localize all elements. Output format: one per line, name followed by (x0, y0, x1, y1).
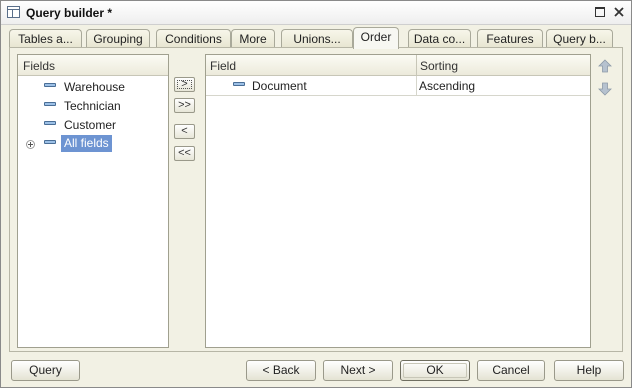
remove-field-button[interactable]: < (174, 124, 195, 139)
row-field-cell: Document (252, 79, 307, 93)
tab-query-batch[interactable]: Query b... (546, 29, 613, 49)
field-icon (44, 140, 56, 144)
tree-item-warehouse[interactable]: Warehouse (18, 78, 168, 96)
tab-conditions[interactable]: Conditions (156, 29, 231, 49)
cell-divider (416, 76, 417, 95)
help-button[interactable]: Help (554, 360, 624, 381)
tree-item-label: Technician (64, 99, 121, 113)
back-button[interactable]: < Back (246, 360, 316, 381)
maximize-button[interactable] (593, 5, 607, 19)
tree-item-label: All fields (61, 135, 112, 152)
fields-tree[interactable]: Fields Warehouse Technician Customer All… (17, 54, 169, 348)
tab-more[interactable]: More (231, 29, 275, 49)
move-down-button[interactable] (597, 81, 613, 97)
tab-features[interactable]: Features (477, 29, 543, 49)
order-table-header: Field Sorting (206, 55, 590, 76)
tab-strip: Tables a... Grouping Conditions More Uni… (9, 27, 625, 49)
table-icon (7, 6, 20, 18)
field-icon (44, 83, 56, 87)
remove-all-fields-button[interactable]: << (174, 146, 195, 161)
field-icon (44, 121, 56, 125)
query-builder-window: Query builder * Tables a... Grouping Con… (0, 0, 632, 388)
fields-header: Fields (18, 55, 168, 76)
tab-order[interactable]: Order (353, 27, 399, 49)
field-icon (44, 102, 56, 106)
column-divider[interactable] (416, 55, 417, 76)
arrow-down-icon (598, 82, 612, 96)
tree-item-label: Customer (64, 118, 117, 132)
field-icon (233, 82, 245, 86)
window-title: Query builder * (26, 6, 113, 20)
tree-item-technician[interactable]: Technician (18, 97, 168, 115)
tab-tables[interactable]: Tables a... (9, 29, 82, 49)
tab-data-composition[interactable]: Data co... (408, 29, 471, 49)
tree-item-customer[interactable]: Customer (18, 116, 168, 134)
tree-item-all-fields[interactable]: All fields (18, 135, 168, 153)
column-header-sorting[interactable]: Sorting (420, 59, 458, 73)
close-icon (614, 7, 624, 17)
close-button[interactable] (612, 5, 626, 19)
maximize-icon (595, 7, 605, 17)
add-field-button[interactable]: > (174, 77, 195, 92)
ok-button[interactable]: OK (400, 360, 470, 381)
arrow-up-icon (598, 59, 612, 73)
expand-plus-icon[interactable] (26, 140, 35, 149)
query-button[interactable]: Query (11, 360, 80, 381)
fields-header-label: Fields (23, 59, 56, 73)
move-up-button[interactable] (597, 58, 613, 74)
add-all-fields-button[interactable]: >> (174, 98, 195, 113)
table-row[interactable]: Document Ascending (206, 76, 590, 95)
next-button[interactable]: Next > (323, 360, 393, 381)
tab-unions[interactable]: Unions... (281, 29, 353, 49)
order-table[interactable]: Field Sorting Document Ascending (205, 54, 591, 348)
row-sorting-cell[interactable]: Ascending (419, 79, 475, 93)
tab-grouping[interactable]: Grouping (86, 29, 150, 49)
tree-item-label: Warehouse (64, 80, 125, 94)
column-header-field[interactable]: Field (210, 59, 236, 73)
cancel-button[interactable]: Cancel (477, 360, 545, 381)
title-bar: Query builder * (1, 1, 631, 25)
row-divider (206, 95, 590, 96)
